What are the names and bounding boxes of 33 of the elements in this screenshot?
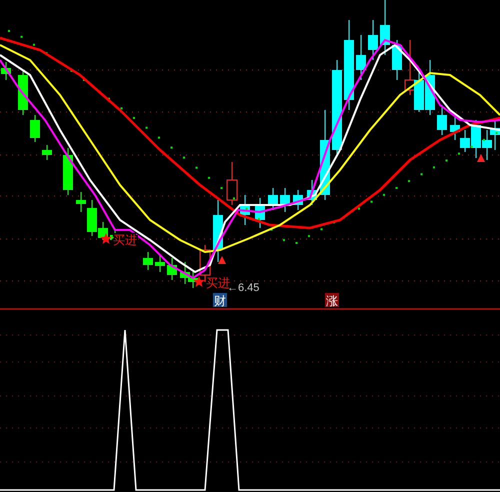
candlestick bbox=[213, 200, 223, 262]
candlestick bbox=[482, 130, 492, 160]
candlestick bbox=[1, 62, 11, 80]
candlestick bbox=[155, 254, 165, 272]
candlestick bbox=[30, 114, 40, 142]
candlestick bbox=[18, 70, 28, 116]
candlestick bbox=[368, 20, 378, 60]
candlestick bbox=[167, 258, 177, 280]
event-marker[interactable]: 涨 bbox=[325, 293, 339, 308]
candlestick bbox=[42, 144, 52, 160]
star-icon bbox=[100, 233, 112, 244]
candlestick bbox=[268, 188, 278, 210]
candlestick bbox=[450, 114, 460, 140]
candlestick bbox=[356, 34, 366, 80]
candlestick bbox=[437, 104, 447, 136]
candlestick bbox=[255, 198, 265, 228]
star-icon bbox=[193, 276, 205, 287]
candlestick bbox=[240, 194, 250, 226]
candlestick bbox=[293, 190, 303, 210]
signal-label: 买进 bbox=[206, 276, 230, 290]
up-triangle-icon bbox=[218, 256, 226, 264]
candlestick bbox=[63, 148, 73, 196]
candlestick bbox=[392, 40, 402, 80]
candlestick bbox=[490, 120, 500, 150]
candlestick bbox=[226, 162, 238, 206]
candlestick bbox=[143, 252, 153, 270]
event-marker[interactable]: 财 bbox=[213, 293, 227, 308]
candlestick bbox=[414, 70, 424, 112]
candlestick bbox=[380, 0, 390, 56]
candlestick bbox=[425, 60, 435, 116]
candlestick bbox=[307, 180, 317, 206]
up-triangle-icon bbox=[477, 154, 485, 162]
candlestick bbox=[280, 188, 290, 212]
